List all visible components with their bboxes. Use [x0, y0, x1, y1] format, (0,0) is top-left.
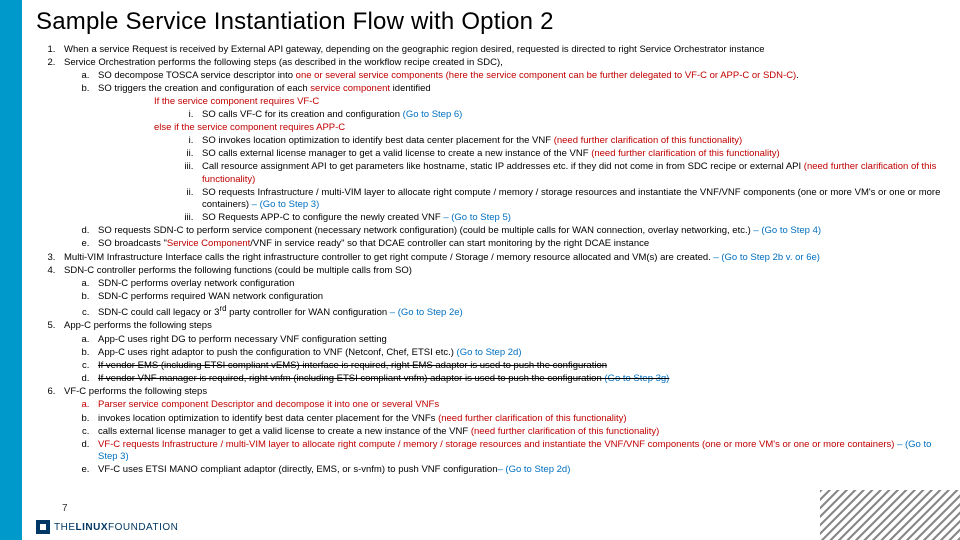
cond-appc-iii2: SO Requests APP-C to configure the newly… [196, 212, 948, 224]
step-4: SDN-C controller performs the following … [58, 265, 948, 320]
step-6a: Parser service component Descriptor and … [92, 399, 948, 411]
cond-appc-ii: SO calls external license manager to get… [196, 148, 948, 160]
step-6: VF-C performs the following steps Parser… [58, 386, 948, 476]
step-4c: SDN-C could call legacy or 3rd party con… [92, 304, 948, 319]
step-4a: SDN-C performs overlay network configura… [92, 278, 948, 290]
step-2: Service Orchestration performs the follo… [58, 57, 948, 250]
cond-appc-iii: Call resource assignment API to get para… [196, 161, 948, 185]
step-2d: SO requests SDN-C to perform service com… [92, 225, 948, 237]
step-5a: App-C uses right DG to perform necessary… [92, 334, 948, 346]
step-5d: If vendor VNF manager is required, right… [92, 373, 948, 385]
corner-hatch-decor [820, 490, 960, 540]
linux-foundation-text: THELINUXFOUNDATION [54, 522, 178, 533]
step-4b: SDN-C performs required WAN network conf… [92, 291, 948, 303]
step-6d: VF-C requests Infrastructure / multi-VIM… [92, 439, 948, 463]
step-6c: calls external license manager to get a … [92, 426, 948, 438]
linux-foundation-icon [36, 520, 50, 534]
step-1: When a service Request is received by Ex… [58, 44, 948, 56]
cond-vfc-i: SO calls VF-C for its creation and confi… [196, 109, 948, 121]
cond-appc: else if the service component requires A… [154, 122, 948, 134]
step-3: Multi-VIM Infrastructure Interface calls… [58, 252, 948, 264]
left-accent-bar [0, 0, 22, 540]
step-6b: invokes location optimization to identif… [92, 413, 948, 425]
cond-appc-i: SO invokes location optimization to iden… [196, 135, 948, 147]
main-list: When a service Request is received by Ex… [36, 44, 948, 476]
slide-title: Sample Service Instantiation Flow with O… [36, 8, 948, 36]
step-2a: SO decompose TOSCA service descriptor in… [92, 70, 948, 82]
step-5: App-C performs the following steps App-C… [58, 320, 948, 385]
step-5b: App-C uses right adaptor to push the con… [92, 347, 948, 359]
step-2b: SO triggers the creation and configurati… [92, 83, 948, 224]
page-number: 7 [62, 503, 68, 514]
cond-vfc: If the service component requires VF-C [154, 96, 948, 108]
step-2e: SO broadcasts "Service Component/VNF in … [92, 238, 948, 250]
step-5c: If vendor EMS (including ETSI compliant … [92, 360, 948, 372]
step-6e: VF-C uses ETSI MANO compliant adaptor (d… [92, 464, 948, 476]
cond-appc-ii2: SO requests Infrastructure / multi-VIM l… [196, 187, 948, 211]
slide-content: Sample Service Instantiation Flow with O… [36, 8, 948, 477]
footer-logo: THELINUXFOUNDATION [36, 520, 178, 534]
